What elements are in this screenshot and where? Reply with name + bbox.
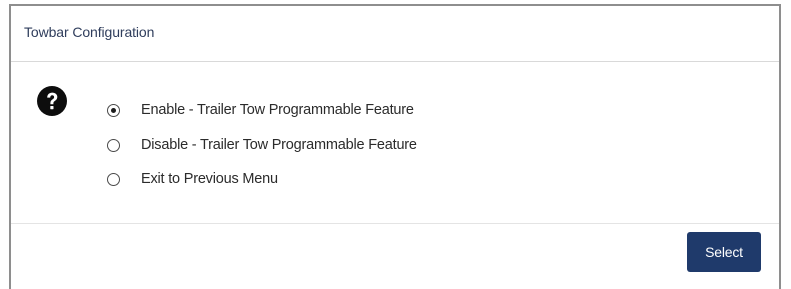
radio-dot bbox=[111, 107, 116, 113]
select-button[interactable]: Select bbox=[687, 232, 761, 272]
option-label[interactable]: Enable - Trailer Tow Programmable Featur… bbox=[141, 102, 414, 118]
dialog-header: Towbar Configuration bbox=[11, 6, 779, 62]
towbar-configuration-dialog: Towbar Configuration Enable - Trailer To… bbox=[9, 4, 781, 289]
radio-button[interactable] bbox=[107, 172, 120, 186]
dialog-title: Towbar Configuration bbox=[24, 24, 155, 40]
question-circle-icon bbox=[37, 86, 67, 116]
radio-button-selected[interactable] bbox=[107, 103, 120, 117]
option-label[interactable]: Disable - Trailer Tow Programmable Featu… bbox=[141, 137, 417, 153]
option-enable-trailer-tow[interactable]: Enable - Trailer Tow Programmable Featur… bbox=[107, 99, 414, 121]
option-label[interactable]: Exit to Previous Menu bbox=[141, 171, 278, 187]
option-disable-trailer-tow[interactable]: Disable - Trailer Tow Programmable Featu… bbox=[107, 134, 417, 156]
radio-button[interactable] bbox=[107, 138, 120, 152]
dialog-body: Enable - Trailer Tow Programmable Featur… bbox=[11, 62, 779, 224]
option-exit-to-previous-menu[interactable]: Exit to Previous Menu bbox=[107, 168, 278, 190]
